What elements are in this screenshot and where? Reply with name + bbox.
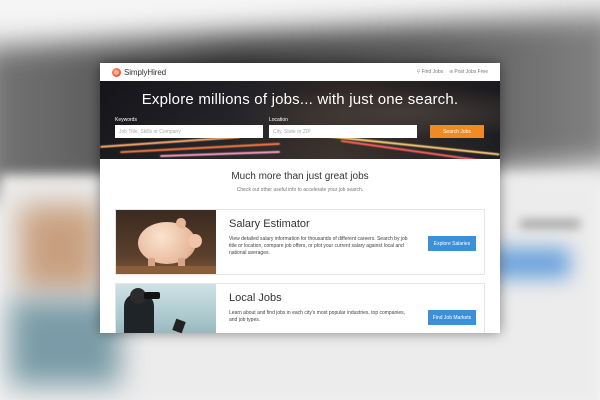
local-jobs-description: Learn about and find jobs in each city's… <box>229 310 406 323</box>
page-window: SimplyHired ⚲Find Jobs ⊕Post Jobs Free E… <box>100 63 500 333</box>
location-label: Location <box>269 117 288 123</box>
post-jobs-label: Post Jobs Free <box>454 69 488 75</box>
salary-estimator-card: Salary Estimator View detailed salary in… <box>115 209 485 275</box>
light-streak <box>340 139 500 159</box>
plus-icon: ⊕ <box>449 69 454 75</box>
hero-banner: Explore millions of jobs... with just on… <box>100 81 500 159</box>
find-jobs-link[interactable]: ⚲Find Jobs <box>417 69 443 75</box>
explore-salaries-button[interactable]: Explore Salaries <box>428 236 476 251</box>
search-icon: ⚲ <box>416 69 421 75</box>
keywords-placeholder: Job Title, Skills or Company <box>119 128 181 135</box>
local-jobs-title: Local Jobs <box>229 292 282 304</box>
top-links: ⚲Find Jobs ⊕Post Jobs Free <box>417 69 488 75</box>
location-placeholder: City, State or ZIP <box>273 128 311 135</box>
light-streak <box>160 150 280 158</box>
logo-text: SimplyHired <box>124 67 167 77</box>
search-jobs-button[interactable]: Search Jobs <box>430 125 484 138</box>
salary-estimator-description: View detailed salary information for tho… <box>229 236 408 256</box>
binoculars-man-image <box>116 284 216 333</box>
logo-icon <box>112 67 121 77</box>
keywords-label: Keywords <box>115 117 137 123</box>
background-button-blur <box>490 248 570 278</box>
location-input[interactable]: City, State or ZIP <box>269 125 417 138</box>
background-image-blur <box>20 205 100 290</box>
post-jobs-link[interactable]: ⊕Post Jobs Free <box>449 69 488 75</box>
top-nav: SimplyHired ⚲Find Jobs ⊕Post Jobs Free <box>100 63 500 81</box>
background-text-blur <box>520 220 580 228</box>
keywords-input[interactable]: Job Title, Skills or Company <box>115 125 263 138</box>
local-jobs-card: Local Jobs Learn about and find jobs in … <box>115 283 485 333</box>
hero-title: Explore millions of jobs... with just on… <box>141 91 459 108</box>
section-title: Much more than just great jobs <box>231 171 369 182</box>
salary-estimator-title: Salary Estimator <box>229 218 310 230</box>
section-subtitle: Check out other useful info to accelerat… <box>236 187 364 193</box>
piggy-bank-image <box>116 210 216 274</box>
find-jobs-label: Find Jobs <box>421 69 444 75</box>
logo[interactable]: SimplyHired <box>112 67 167 77</box>
find-job-markets-button[interactable]: Find Job Markets <box>428 310 476 325</box>
